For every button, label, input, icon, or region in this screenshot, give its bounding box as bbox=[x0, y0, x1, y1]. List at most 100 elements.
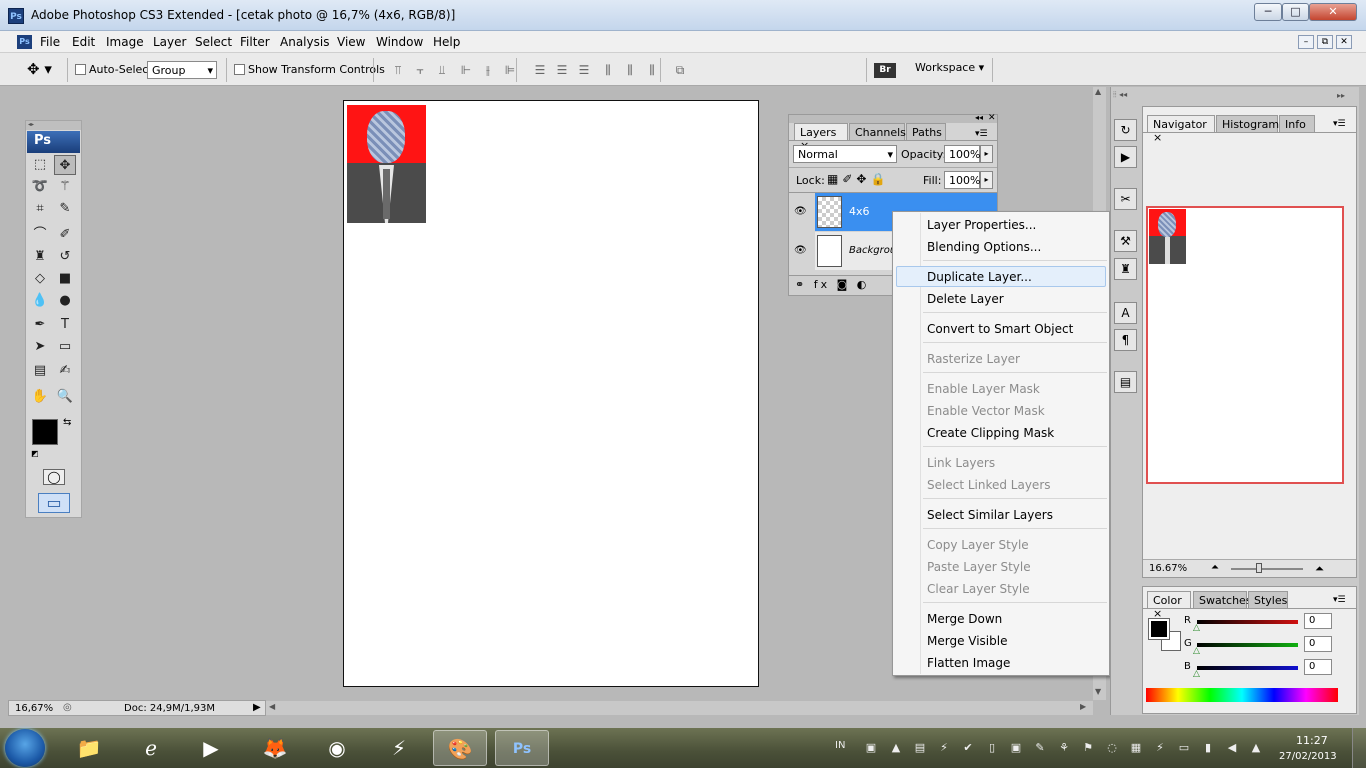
bridge-icon[interactable]: Br bbox=[874, 63, 896, 78]
tray-icon[interactable]: ✎ bbox=[1033, 741, 1047, 755]
auto-select-dropdown[interactable]: Group ▾ bbox=[147, 61, 217, 79]
menu-item-merge-visible[interactable]: Merge Visible bbox=[927, 631, 1007, 651]
scroll-left-icon[interactable]: ◀ bbox=[269, 702, 275, 711]
collapse-icon[interactable]: ▸▸ bbox=[1337, 91, 1345, 100]
layer-comps-icon[interactable]: ▤ bbox=[1114, 371, 1137, 393]
paragraph-icon[interactable]: ¶ bbox=[1114, 329, 1137, 351]
menu-edit[interactable]: Edit bbox=[72, 35, 95, 49]
chrome-taskbar-icon[interactable]: ◉ bbox=[310, 730, 364, 766]
eye-icon[interactable]: 👁 bbox=[794, 245, 808, 256]
doc-minimize-button[interactable]: – bbox=[1298, 35, 1314, 49]
align-vcenter-icon[interactable]: ⫟ bbox=[408, 63, 430, 77]
menu-item-delete-layer[interactable]: Delete Layer bbox=[927, 289, 1004, 309]
tray-icon[interactable]: ◌ bbox=[1105, 741, 1119, 755]
distribute-vcenter-icon[interactable]: ☰ bbox=[550, 63, 572, 77]
distribute-hcenter-icon[interactable]: ⫼ bbox=[618, 63, 640, 77]
path-select-icon[interactable]: ➤ bbox=[29, 337, 51, 357]
eye-icon[interactable]: 👁 bbox=[794, 206, 808, 217]
tray-icon[interactable]: ▦ bbox=[1129, 741, 1143, 755]
panel-menu-icon[interactable]: ▾☰ bbox=[1333, 119, 1346, 129]
menu-help[interactable]: Help bbox=[433, 35, 460, 49]
menu-item-blending-options[interactable]: Blending Options... bbox=[927, 237, 1041, 257]
network-icon[interactable]: ▮ bbox=[1201, 741, 1215, 755]
pen-tool-icon[interactable]: ✒ bbox=[29, 315, 51, 335]
fill-input[interactable]: 100% bbox=[944, 171, 980, 189]
slider-thumb-icon[interactable]: △ bbox=[1193, 623, 1200, 633]
tool-presets-icon[interactable]: ✂ bbox=[1114, 188, 1137, 210]
blur-tool-icon[interactable]: 💧 bbox=[29, 291, 51, 311]
horizontal-scrollbar[interactable]: ◀ ▶ bbox=[265, 701, 1093, 715]
type-tool-icon[interactable]: T bbox=[54, 315, 76, 335]
auto-align-icon[interactable]: ⧉ bbox=[668, 63, 690, 77]
document-icon[interactable]: Ps bbox=[17, 35, 32, 49]
history-brush-icon[interactable]: ↺ bbox=[54, 247, 76, 267]
eyedropper-icon[interactable]: ✍ bbox=[54, 361, 76, 381]
menu-layer[interactable]: Layer bbox=[153, 35, 186, 49]
menu-item-flatten-image[interactable]: Flatten Image bbox=[927, 653, 1010, 673]
zoom-out-icon[interactable]: ⏶ bbox=[1211, 562, 1219, 573]
close-button[interactable]: ✕ bbox=[1309, 3, 1357, 21]
tab-info[interactable]: Info bbox=[1279, 115, 1315, 132]
align-top-icon[interactable]: ⫪ bbox=[386, 63, 408, 77]
swap-colors-icon[interactable]: ⇆ bbox=[63, 417, 71, 428]
slider-thumb-icon[interactable]: △ bbox=[1193, 669, 1200, 679]
show-desktop-button[interactable] bbox=[1352, 728, 1366, 768]
history-icon[interactable]: ↻ bbox=[1114, 119, 1137, 141]
channel-value-input[interactable]: 0 bbox=[1304, 613, 1332, 629]
tab-histogram[interactable]: Histogram bbox=[1216, 115, 1279, 132]
navigator-zoom-value[interactable]: 16.67% bbox=[1149, 563, 1187, 574]
layer-footer-icons[interactable]: ⚭ fx ◙ ◐ bbox=[795, 278, 869, 291]
menu-item-duplicate-layer[interactable]: Duplicate Layer... bbox=[927, 267, 1032, 287]
winamp-taskbar-icon[interactable]: ⚡ bbox=[372, 730, 426, 766]
foreground-color-swatch[interactable] bbox=[32, 419, 58, 445]
panel-menu-icon[interactable]: ▾☰ bbox=[1333, 595, 1346, 605]
brushes-icon[interactable]: ⚒ bbox=[1114, 230, 1137, 252]
media-player-taskbar-icon[interactable]: ▶ bbox=[184, 730, 238, 766]
channel-slider[interactable] bbox=[1197, 643, 1298, 647]
move-tool-preset-icon[interactable]: ✥ ▾ bbox=[27, 60, 61, 80]
volume-icon[interactable]: ◀ bbox=[1225, 741, 1239, 755]
tray-icon[interactable]: ▲ bbox=[889, 741, 903, 755]
gradient-tool-icon[interactable]: ■ bbox=[54, 269, 76, 289]
distribute-left-icon[interactable]: ⫼ bbox=[596, 63, 618, 77]
channel-slider[interactable] bbox=[1197, 666, 1298, 670]
workspace-button[interactable]: Workspace ▾ bbox=[915, 61, 984, 74]
menu-item-select-similar-layers[interactable]: Select Similar Layers bbox=[927, 505, 1053, 525]
zoom-in-icon[interactable]: ⏶ bbox=[1315, 562, 1324, 576]
channel-slider[interactable] bbox=[1197, 620, 1298, 624]
zoom-level[interactable]: 16,67% bbox=[15, 703, 53, 714]
menu-item-convert-to-smart-object[interactable]: Convert to Smart Object bbox=[927, 319, 1073, 339]
doc-close-button[interactable]: ✕ bbox=[1336, 35, 1352, 49]
dock-grip[interactable]: ⦙⦙ ◂◂ bbox=[1113, 90, 1127, 100]
brush-tool-icon[interactable]: ✐ bbox=[54, 225, 76, 245]
scroll-down-icon[interactable]: ▼ bbox=[1095, 687, 1101, 696]
shape-tool-icon[interactable]: ▭ bbox=[54, 337, 76, 357]
lock-icons[interactable]: ▦✐✥🔒 bbox=[827, 172, 889, 186]
tray-icon[interactable]: ▯ bbox=[985, 741, 999, 755]
healing-brush-icon[interactable]: ⌒ bbox=[29, 225, 51, 245]
tray-icon[interactable]: ⚡ bbox=[1153, 741, 1167, 755]
clone-stamp-icon[interactable]: ♜ bbox=[29, 247, 51, 267]
distribute-right-icon[interactable]: ⫼ bbox=[640, 63, 662, 77]
tab-layers[interactable]: Layers × bbox=[794, 123, 848, 152]
chevron-right-icon[interactable]: ▸ bbox=[980, 145, 993, 163]
show-transform-checkbox[interactable] bbox=[234, 64, 245, 75]
tray-icon[interactable]: ▣ bbox=[1009, 741, 1023, 755]
marquee-tool-icon[interactable]: ⬚ bbox=[29, 155, 51, 175]
menu-image[interactable]: Image bbox=[106, 35, 144, 49]
default-colors-icon[interactable]: ◩ bbox=[31, 449, 39, 458]
maximize-button[interactable]: □ bbox=[1282, 3, 1309, 21]
tab-navigator[interactable]: Navigator × bbox=[1147, 115, 1215, 144]
tray-icon[interactable]: ⚡ bbox=[937, 741, 951, 755]
menu-filter[interactable]: Filter bbox=[240, 35, 270, 49]
blend-mode-dropdown[interactable]: Normal ▾ bbox=[793, 145, 897, 163]
tab-styles[interactable]: Styles bbox=[1248, 591, 1288, 608]
firefox-taskbar-icon[interactable]: 🦊 bbox=[248, 730, 302, 766]
actions-icon[interactable]: ▶ bbox=[1114, 146, 1137, 168]
chevron-right-icon[interactable]: ▸ bbox=[980, 171, 993, 189]
menu-select[interactable]: Select bbox=[195, 35, 232, 49]
character-icon[interactable]: A bbox=[1114, 302, 1137, 324]
foreground-color-chip[interactable] bbox=[1148, 618, 1170, 640]
scroll-up-icon[interactable]: ▲ bbox=[1095, 87, 1101, 96]
navigator-zoom-slider[interactable] bbox=[1231, 568, 1303, 570]
